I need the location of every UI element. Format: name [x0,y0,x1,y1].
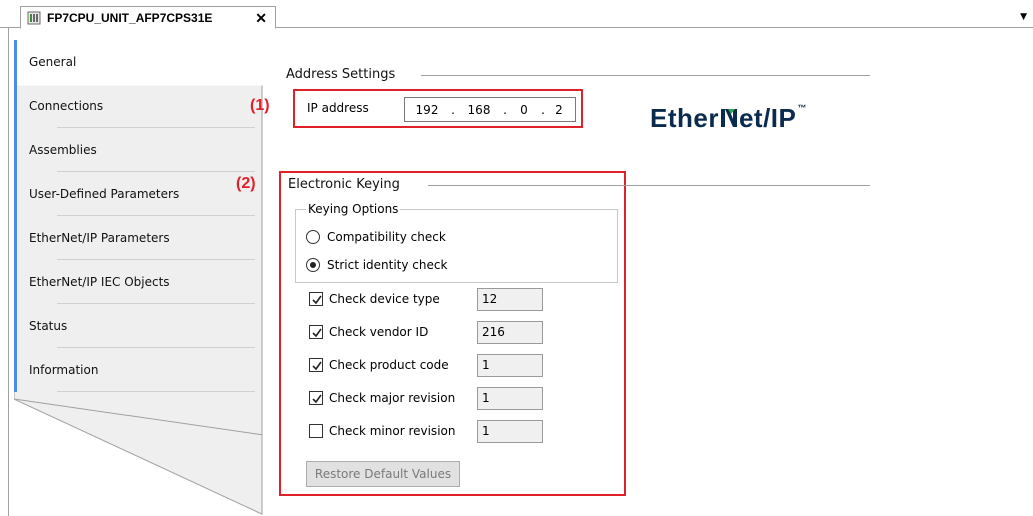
compatibility-check-radio[interactable] [306,230,320,244]
ip-dot: . [541,102,545,117]
check-vendor-id-label: Check vendor ID [329,325,429,339]
sidebar-item-information[interactable]: Information [14,348,263,392]
check-product-code-label: Check product code [329,358,449,372]
sidebar-item-ethernetip-parameters[interactable]: EtherNet/IP Parameters [14,216,263,260]
logo-text-b: et/IP [738,103,797,133]
ip-octet-3[interactable]: 0 [509,103,539,117]
sidebar-item-label: User-Defined Parameters [29,187,180,201]
annotation-2: (2) [236,175,256,192]
document-tabstrip: FP7CPU_UNIT_AFP7CPS31E ✕ ▼ [0,0,1033,29]
check-major-revision-checkbox[interactable] [309,391,323,405]
ethernetip-logo: Ether et/IP™ [650,103,807,134]
electronic-keying-divider [428,185,870,186]
address-settings-divider [421,75,870,76]
compatibility-check-label[interactable]: Compatibility check [327,230,446,244]
sidebar-item-ethernetip-iec-objects[interactable]: EtherNet/IP IEC Objects [14,260,263,304]
device-icon [27,11,41,24]
tab-dropdown-icon[interactable]: ▼ [1020,12,1027,22]
ip-dot: . [503,102,507,117]
ip-octet-2[interactable]: 168 [457,103,501,117]
check-device-type-checkbox[interactable] [309,292,323,306]
check-product-code-checkbox[interactable] [309,358,323,372]
sidebar-item-label: General [29,55,77,69]
logo-n-mark-icon [719,105,739,136]
sidebar-item-label: Status [29,319,68,333]
ip-address-field[interactable]: 192 . 168 . 0 . 2 [404,97,576,122]
major-revision-value: 1 [477,387,543,410]
restore-default-values-button[interactable]: Restore Default Values [306,461,460,487]
minor-revision-value: 1 [477,420,543,443]
ip-octet-4[interactable]: 2 [547,103,571,117]
sidebar: General Connections Assemblies User-Defi… [14,40,265,516]
keying-options-title: Keying Options [306,202,401,216]
strict-identity-check-label[interactable]: Strict identity check [327,258,447,272]
sidebar-item-label: Assemblies [29,143,97,157]
annotation-1: (1) [250,97,270,114]
electronic-keying-title: Electronic Keying [288,177,400,192]
product-code-value: 1 [477,354,543,377]
checkmark-icon [312,361,322,371]
checkmark-icon [312,328,322,338]
sidebar-item-label: EtherNet/IP Parameters [29,231,170,245]
vendor-id-value: 216 [477,321,543,344]
checkmark-icon [312,394,322,404]
sidebar-item-label: Information [29,363,99,377]
document-tab-title: FP7CPU_UNIT_AFP7CPS31E [47,10,213,25]
check-minor-revision-checkbox[interactable] [309,424,323,438]
sidebar-item-label: EtherNet/IP IEC Objects [29,275,170,289]
sidebar-item-status[interactable]: Status [14,304,263,348]
check-device-type-label: Check device type [329,292,440,306]
document-tab[interactable]: FP7CPU_UNIT_AFP7CPS31E ✕ [20,6,276,29]
sidebar-item-user-defined-parameters[interactable]: User-Defined Parameters [14,172,263,216]
ip-dot: . [451,102,455,117]
checkmark-icon [312,295,322,305]
close-icon[interactable]: ✕ [255,10,267,27]
sidebar-item-general[interactable]: General [14,40,265,84]
check-vendor-id-checkbox[interactable] [309,325,323,339]
check-major-revision-label: Check major revision [329,391,456,405]
check-minor-revision-label: Check minor revision [329,424,456,438]
ip-address-label: IP address [307,101,369,115]
sidebar-item-label: Connections [29,99,104,113]
sidebar-item-connections[interactable]: Connections [14,84,263,128]
logo-trademark: ™ [797,103,807,113]
strict-identity-check-radio[interactable] [306,258,320,272]
sidebar-item-assemblies[interactable]: Assemblies [14,128,263,172]
editor-border [8,28,9,516]
ip-octet-1[interactable]: 192 [405,103,449,117]
logo-text-a: Ether [650,103,719,133]
address-settings-title: Address Settings [286,67,396,82]
device-type-value: 12 [477,288,543,311]
